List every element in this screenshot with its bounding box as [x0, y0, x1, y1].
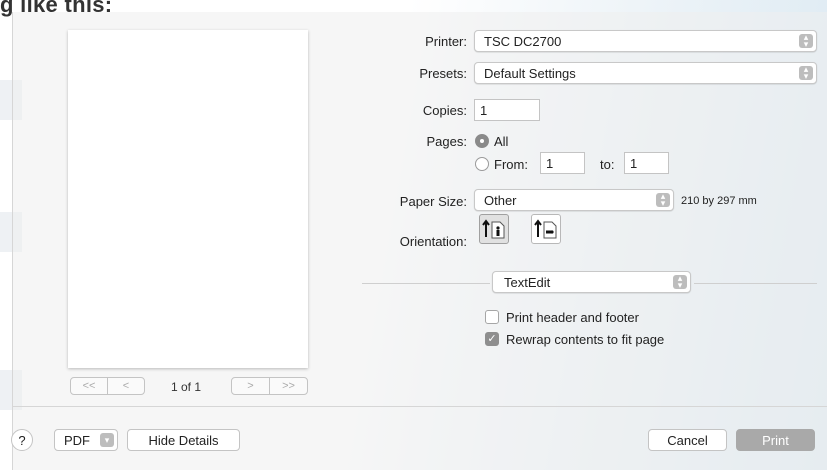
pager-forward-group: > >> [231, 377, 308, 395]
section-divider-right [694, 283, 817, 284]
checkmark-icon: ✓ [487, 333, 497, 345]
updown-chevron-icon: ▴ ▾ [799, 65, 813, 81]
updown-chevron-icon: ▴ ▾ [673, 274, 687, 290]
pages-from-label: From: [494, 157, 528, 172]
updown-chevron-icon: ▴ ▾ [799, 33, 813, 49]
pages-from-field[interactable]: 1 [540, 152, 585, 174]
header-footer-checkbox[interactable] [485, 310, 499, 324]
presets-select[interactable]: Default Settings ▴ ▾ [474, 62, 817, 84]
hide-details-button[interactable]: Hide Details [127, 429, 240, 451]
last-page-button[interactable]: >> [269, 378, 307, 394]
paper-size-value: Other [484, 193, 517, 208]
paper-size-label: Paper Size: [399, 194, 467, 209]
pager-back-group: << < [70, 377, 145, 395]
first-page-button[interactable]: << [71, 378, 107, 394]
landscape-orientation-icon [534, 219, 557, 239]
print-button[interactable]: Print [736, 429, 815, 451]
chevron-down-icon: ▾ [100, 433, 114, 447]
orientation-label: Orientation: [399, 234, 467, 249]
paper-dimensions: 210 by 297 mm [681, 195, 757, 207]
printer-value: TSC DC2700 [484, 34, 562, 49]
rewrap-checkbox[interactable]: ✓ [485, 332, 499, 346]
orientation-landscape-button[interactable] [531, 214, 561, 244]
header-footer-label: Print header and footer [506, 310, 639, 325]
footer-divider [12, 406, 827, 407]
pages-to-label: to: [600, 157, 615, 172]
updown-chevron-icon: ▴ ▾ [656, 192, 670, 208]
rewrap-label: Rewrap contents to fit page [506, 332, 665, 347]
page-count: 1 of 1 [171, 380, 202, 394]
presets-label: Presets: [419, 66, 467, 81]
presets-value: Default Settings [484, 66, 576, 81]
portrait-orientation-icon [482, 219, 505, 239]
page-preview [68, 30, 308, 368]
pages-all-label: All [494, 134, 509, 149]
pages-label: Pages: [426, 134, 467, 149]
section-divider-left [362, 283, 490, 284]
copies-label: Copies: [422, 103, 467, 118]
pdf-label: PDF [64, 432, 90, 448]
cancel-button[interactable]: Cancel [648, 429, 727, 451]
paper-size-select[interactable]: Other ▴ ▾ [474, 189, 674, 211]
orientation-portrait-button[interactable] [479, 214, 509, 244]
next-page-button[interactable]: > [232, 378, 269, 394]
pages-to-field[interactable]: 1 [624, 152, 669, 174]
app-section-select[interactable]: TextEdit ▴ ▾ [492, 271, 691, 293]
pages-all-radio[interactable] [475, 134, 489, 148]
copies-field[interactable]: 1 [474, 99, 540, 121]
printer-label: Printer: [425, 34, 467, 49]
pages-from-radio[interactable] [475, 157, 489, 171]
pdf-menu-button[interactable]: PDF ▾ [54, 429, 118, 451]
prev-page-button[interactable]: < [107, 378, 144, 394]
app-section-value: TextEdit [504, 275, 551, 290]
printer-select[interactable]: TSC DC2700 ▴ ▾ [474, 30, 817, 52]
help-button[interactable]: ? [11, 429, 33, 451]
